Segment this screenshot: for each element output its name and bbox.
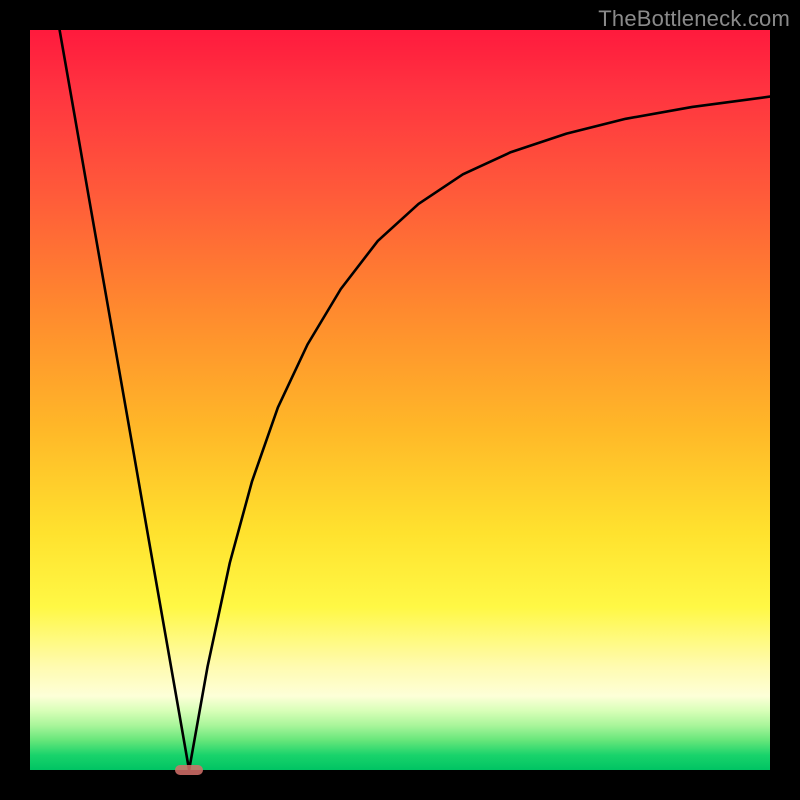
watermark-text: TheBottleneck.com xyxy=(598,6,790,32)
curve-path xyxy=(60,30,770,770)
plot-area xyxy=(30,30,770,770)
curve-layer xyxy=(30,30,770,770)
chart-frame: TheBottleneck.com xyxy=(0,0,800,800)
bottleneck-marker xyxy=(175,765,203,775)
